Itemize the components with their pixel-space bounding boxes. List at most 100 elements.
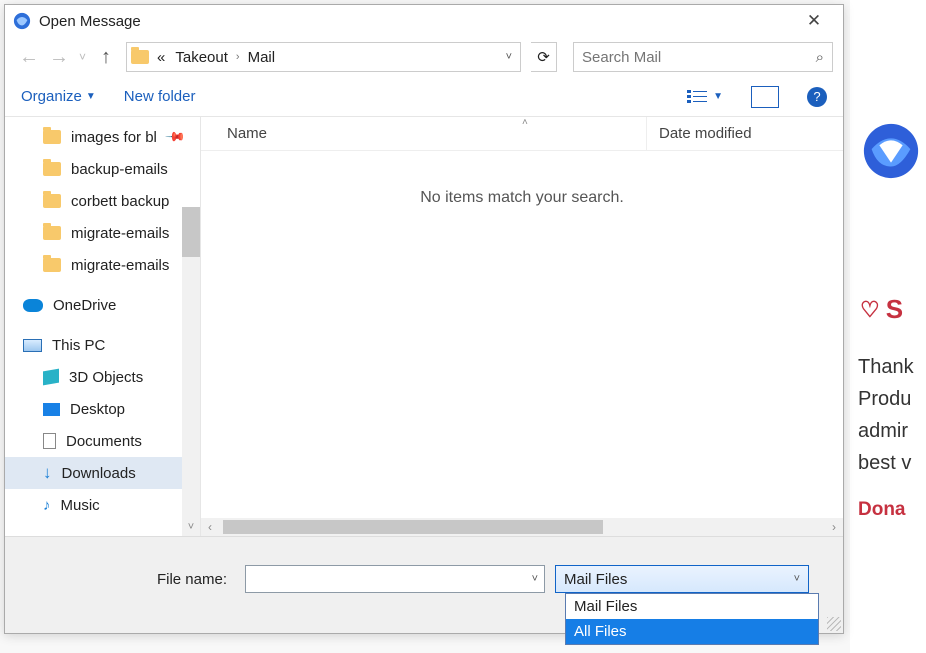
- hscroll-thumb[interactable]: [223, 520, 603, 534]
- folder-icon: [43, 162, 61, 176]
- tree-label: 3D Objects: [69, 369, 143, 386]
- chevron-down-icon: ▼: [86, 91, 96, 102]
- address-bar[interactable]: « Takeout › Mail ˅: [126, 42, 521, 72]
- file-name-combo[interactable]: ˅: [245, 565, 545, 593]
- help-button[interactable]: ?: [807, 87, 827, 107]
- tree-label: backup-emails: [71, 161, 168, 178]
- crumb-prefix: «: [155, 49, 167, 66]
- up-button[interactable]: ↑: [96, 46, 116, 69]
- tree-item-thispc[interactable]: This PC: [5, 329, 200, 361]
- new-folder-button[interactable]: New folder: [124, 88, 196, 105]
- desktop-icon: [43, 403, 60, 416]
- tree-item-migrate1[interactable]: migrate-emails: [5, 217, 200, 249]
- pc-icon: [23, 339, 42, 352]
- search-icon: ⌕: [816, 49, 824, 66]
- bottom-bar: File name: ˅ Mail Files ˅ Mail Files All…: [5, 537, 843, 633]
- folder-icon: [43, 194, 61, 208]
- tree-label: Downloads: [62, 465, 136, 482]
- crumb-takeout[interactable]: Takeout: [173, 49, 230, 66]
- resize-grip[interactable]: [827, 617, 841, 631]
- tree-item-backup[interactable]: backup-emails: [5, 153, 200, 185]
- dialog-title: Open Message: [39, 13, 793, 30]
- file-name-label: File name:: [5, 571, 235, 588]
- tree-item-downloads[interactable]: ↓ Downloads: [5, 457, 200, 489]
- folder-icon: [43, 130, 61, 144]
- heart-icon: ♡: [860, 297, 880, 323]
- refresh-button[interactable]: ⟳: [531, 42, 557, 72]
- crumb-mail[interactable]: Mail: [246, 49, 278, 66]
- file-type-dropdown: Mail Files All Files: [565, 593, 819, 645]
- tree-label: Documents: [66, 433, 142, 450]
- tree-label: Music: [61, 497, 100, 514]
- history-dropdown[interactable]: ˅: [79, 50, 86, 64]
- new-folder-label: New folder: [124, 88, 196, 105]
- horizontal-scrollbar[interactable]: ‹ ›: [201, 518, 843, 536]
- file-list-body: No items match your search. ‹ ›: [201, 151, 843, 536]
- filter-option-label: All Files: [574, 623, 627, 640]
- onedrive-icon: [23, 299, 43, 312]
- titlebar: Open Message ✕: [5, 5, 843, 37]
- scroll-right-icon[interactable]: ›: [825, 520, 843, 534]
- tree-item-onedrive[interactable]: OneDrive: [5, 289, 200, 321]
- nav-row: ← → ˅ ↑ « Takeout › Mail ˅ ⟳ ⌕: [5, 37, 843, 77]
- tree-label: migrate-emails: [71, 225, 169, 242]
- column-name[interactable]: Name: [201, 117, 647, 150]
- file-type-combo[interactable]: Mail Files ˅: [555, 565, 809, 593]
- file-name-row: File name: ˅ Mail Files ˅: [5, 565, 825, 593]
- nav-tree: images for bl 📌 backup-emails corbett bac…: [5, 117, 201, 536]
- view-list-icon: [687, 89, 709, 105]
- preview-pane-button[interactable]: [751, 86, 779, 108]
- tree-item-desktop[interactable]: Desktop: [5, 393, 200, 425]
- close-button[interactable]: ✕: [793, 11, 835, 31]
- forward-button[interactable]: →: [49, 46, 69, 69]
- column-headers: ˄ Name Date modified: [201, 117, 843, 151]
- sort-caret-icon: ˄: [522, 117, 528, 128]
- tree-item-corbett[interactable]: corbett backup: [5, 185, 200, 217]
- filter-option-mail[interactable]: Mail Files: [566, 594, 818, 619]
- tree-label: migrate-emails: [71, 257, 169, 274]
- thunderbird-logo-icon: [860, 120, 922, 182]
- chevron-right-icon[interactable]: ›: [236, 51, 240, 63]
- donate-text: Dona: [850, 499, 926, 521]
- empty-message: No items match your search.: [420, 189, 624, 207]
- tree-item-images[interactable]: images for bl 📌: [5, 121, 200, 153]
- music-icon: ♪: [43, 497, 51, 514]
- sidebar-scrollbar-thumb[interactable]: [182, 207, 200, 257]
- download-icon: ↓: [43, 463, 52, 483]
- pin-icon: 📌: [164, 126, 187, 149]
- back-button[interactable]: ←: [19, 46, 39, 69]
- filter-option-label: Mail Files: [574, 598, 637, 615]
- file-list: ˄ Name Date modified No items match your…: [201, 117, 843, 536]
- tree-item-migrate2[interactable]: migrate-emails: [5, 249, 200, 281]
- sidebar-scroll-down[interactable]: ˅: [182, 518, 200, 536]
- background-text: ThankProduadmirbest v: [850, 351, 926, 479]
- support-heading: ♡ S: [850, 294, 926, 325]
- background-app: ♡ S ThankProduadmirbest v Dona: [850, 0, 926, 653]
- search-input[interactable]: [582, 49, 816, 66]
- address-dropdown[interactable]: ˅: [502, 51, 516, 63]
- folder-icon: [131, 50, 149, 64]
- chevron-down-icon: ▼: [713, 91, 723, 102]
- 3d-objects-icon: [43, 369, 59, 386]
- column-date-label: Date modified: [659, 125, 752, 142]
- tree-item-3dobjects[interactable]: 3D Objects: [5, 361, 200, 393]
- organize-label: Organize: [21, 88, 82, 105]
- tree-label: OneDrive: [53, 297, 116, 314]
- file-type-selected: Mail Files: [564, 571, 627, 588]
- column-date[interactable]: Date modified: [647, 125, 843, 142]
- toolbar: Organize ▼ New folder ▼ ?: [5, 77, 843, 117]
- organize-menu[interactable]: Organize ▼: [21, 88, 96, 105]
- tree-label: Desktop: [70, 401, 125, 418]
- tree-label: images for bl: [71, 129, 157, 146]
- tree-item-documents[interactable]: Documents: [5, 425, 200, 457]
- view-options-button[interactable]: ▼: [687, 89, 723, 105]
- search-box[interactable]: ⌕: [573, 42, 833, 72]
- scroll-left-icon[interactable]: ‹: [201, 520, 219, 534]
- main-area: images for bl 📌 backup-emails corbett bac…: [5, 117, 843, 537]
- open-message-dialog: Open Message ✕ ← → ˅ ↑ « Takeout › Mail …: [4, 4, 844, 634]
- filter-option-all[interactable]: All Files: [566, 619, 818, 644]
- tree-label: This PC: [52, 337, 105, 354]
- chevron-down-icon: ˅: [794, 573, 800, 585]
- tree-item-music[interactable]: ♪ Music: [5, 489, 200, 521]
- column-name-label: Name: [227, 125, 267, 142]
